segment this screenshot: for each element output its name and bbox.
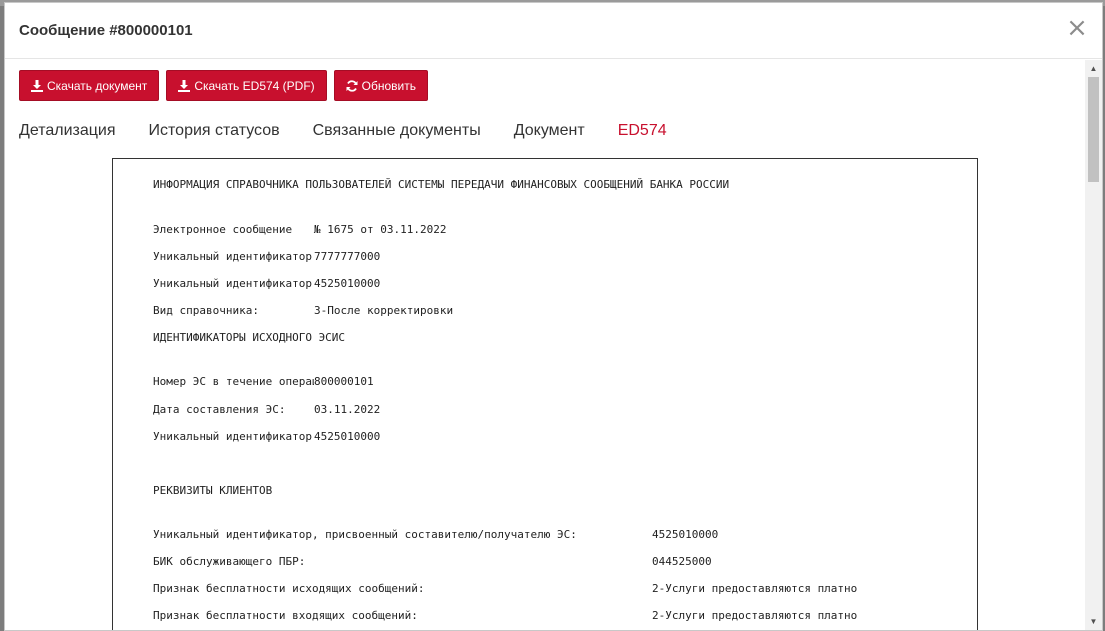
message-label: Электронное сообщение [153,223,293,236]
download-ed574-pdf-label: Скачать ED574 (PDF) [194,78,315,93]
es-date-label: Дата составления ЭС: [153,403,286,416]
client-row-label: Уникальный идентификатор, присвоенный со… [153,528,577,541]
download-icon [178,79,191,92]
client-row-label: Признак бесплатности входящих сообщений: [153,609,418,622]
document-heading: ИНФОРМАЦИЯ СПРАВОЧНИКА ПОЛЬЗОВАТЕЛЕЙ СИС… [153,178,730,191]
uid-label: Уникальный идентификатор [153,250,312,263]
download-document-label: Скачать документ [47,78,148,93]
download-document-button[interactable]: Скачать документ [19,70,160,101]
message-value: № 1675 от 03.11.2022 [314,223,447,236]
tab-ed574[interactable]: ED574 [618,122,667,140]
vertical-scrollbar[interactable]: ▲ ▼ [1085,60,1102,630]
client-row-value: 044525000 [652,555,712,568]
tab-related-documents[interactable]: Связанные документы [313,122,481,140]
close-icon[interactable]: × [1066,15,1088,41]
download-icon [31,79,43,92]
tab-bar: Детализация История статусов Связанные д… [19,122,667,140]
es-number-value: 800000101 [314,375,374,388]
refresh-icon [346,79,358,92]
es-number-label: Номер ЭС в течение операционного дня [153,375,314,388]
reference-type-label: Вид справочника: [153,304,259,317]
client-row-value: 4525010000 [652,528,719,541]
download-ed574-pdf-button[interactable]: Скачать ED574 (PDF) [166,70,327,101]
scroll-down-icon[interactable]: ▼ [1085,613,1102,630]
uid-value: 4525010000 [314,277,381,290]
scrollbar-thumb[interactable] [1088,77,1099,182]
uid-value: 4525010000 [314,430,381,443]
clients-heading: РЕКВИЗИТЫ КЛИЕНТОВ [153,484,273,497]
uid-label: Уникальный идентификатор [153,430,312,443]
refresh-label: Обновить [361,78,417,93]
client-row-value: 2-Услуги предоставляются платно [652,582,858,595]
modal-header: Сообщение #800000101 × [5,3,1102,59]
uid-value: 7777777000 [314,250,381,263]
scroll-up-icon[interactable]: ▲ [1085,60,1102,77]
message-modal: Сообщение #800000101 × Скачать документ … [4,2,1103,631]
tab-document[interactable]: Документ [514,122,585,140]
toolbar: Скачать документ Скачать ED574 (PDF) Обн… [19,70,429,101]
refresh-button[interactable]: Обновить [333,70,429,101]
tab-status-history[interactable]: История статусов [149,122,280,140]
modal-body: Скачать документ Скачать ED574 (PDF) Обн… [5,60,1086,630]
document-preview: ИНФОРМАЦИЯ СПРАВОЧНИКА ПОЛЬЗОВАТЕЛЕЙ СИС… [112,158,978,630]
source-ids-heading: ИДЕНТИФИКАТОРЫ ИСХОДНОГО ЭСИС [153,331,346,344]
uid-label: Уникальный идентификатор [153,277,312,290]
client-row-label: Признак бесплатности исходящих сообщений… [153,582,425,595]
modal-title: Сообщение #800000101 [19,22,193,39]
es-date-value: 03.11.2022 [314,403,381,416]
reference-type-value: 3-После корректировки [314,304,454,317]
client-row-label: БИК обслуживающего ПБР: [153,555,306,568]
client-row-value: 2-Услуги предоставляются платно [652,609,858,622]
tab-details[interactable]: Детализация [19,122,116,140]
